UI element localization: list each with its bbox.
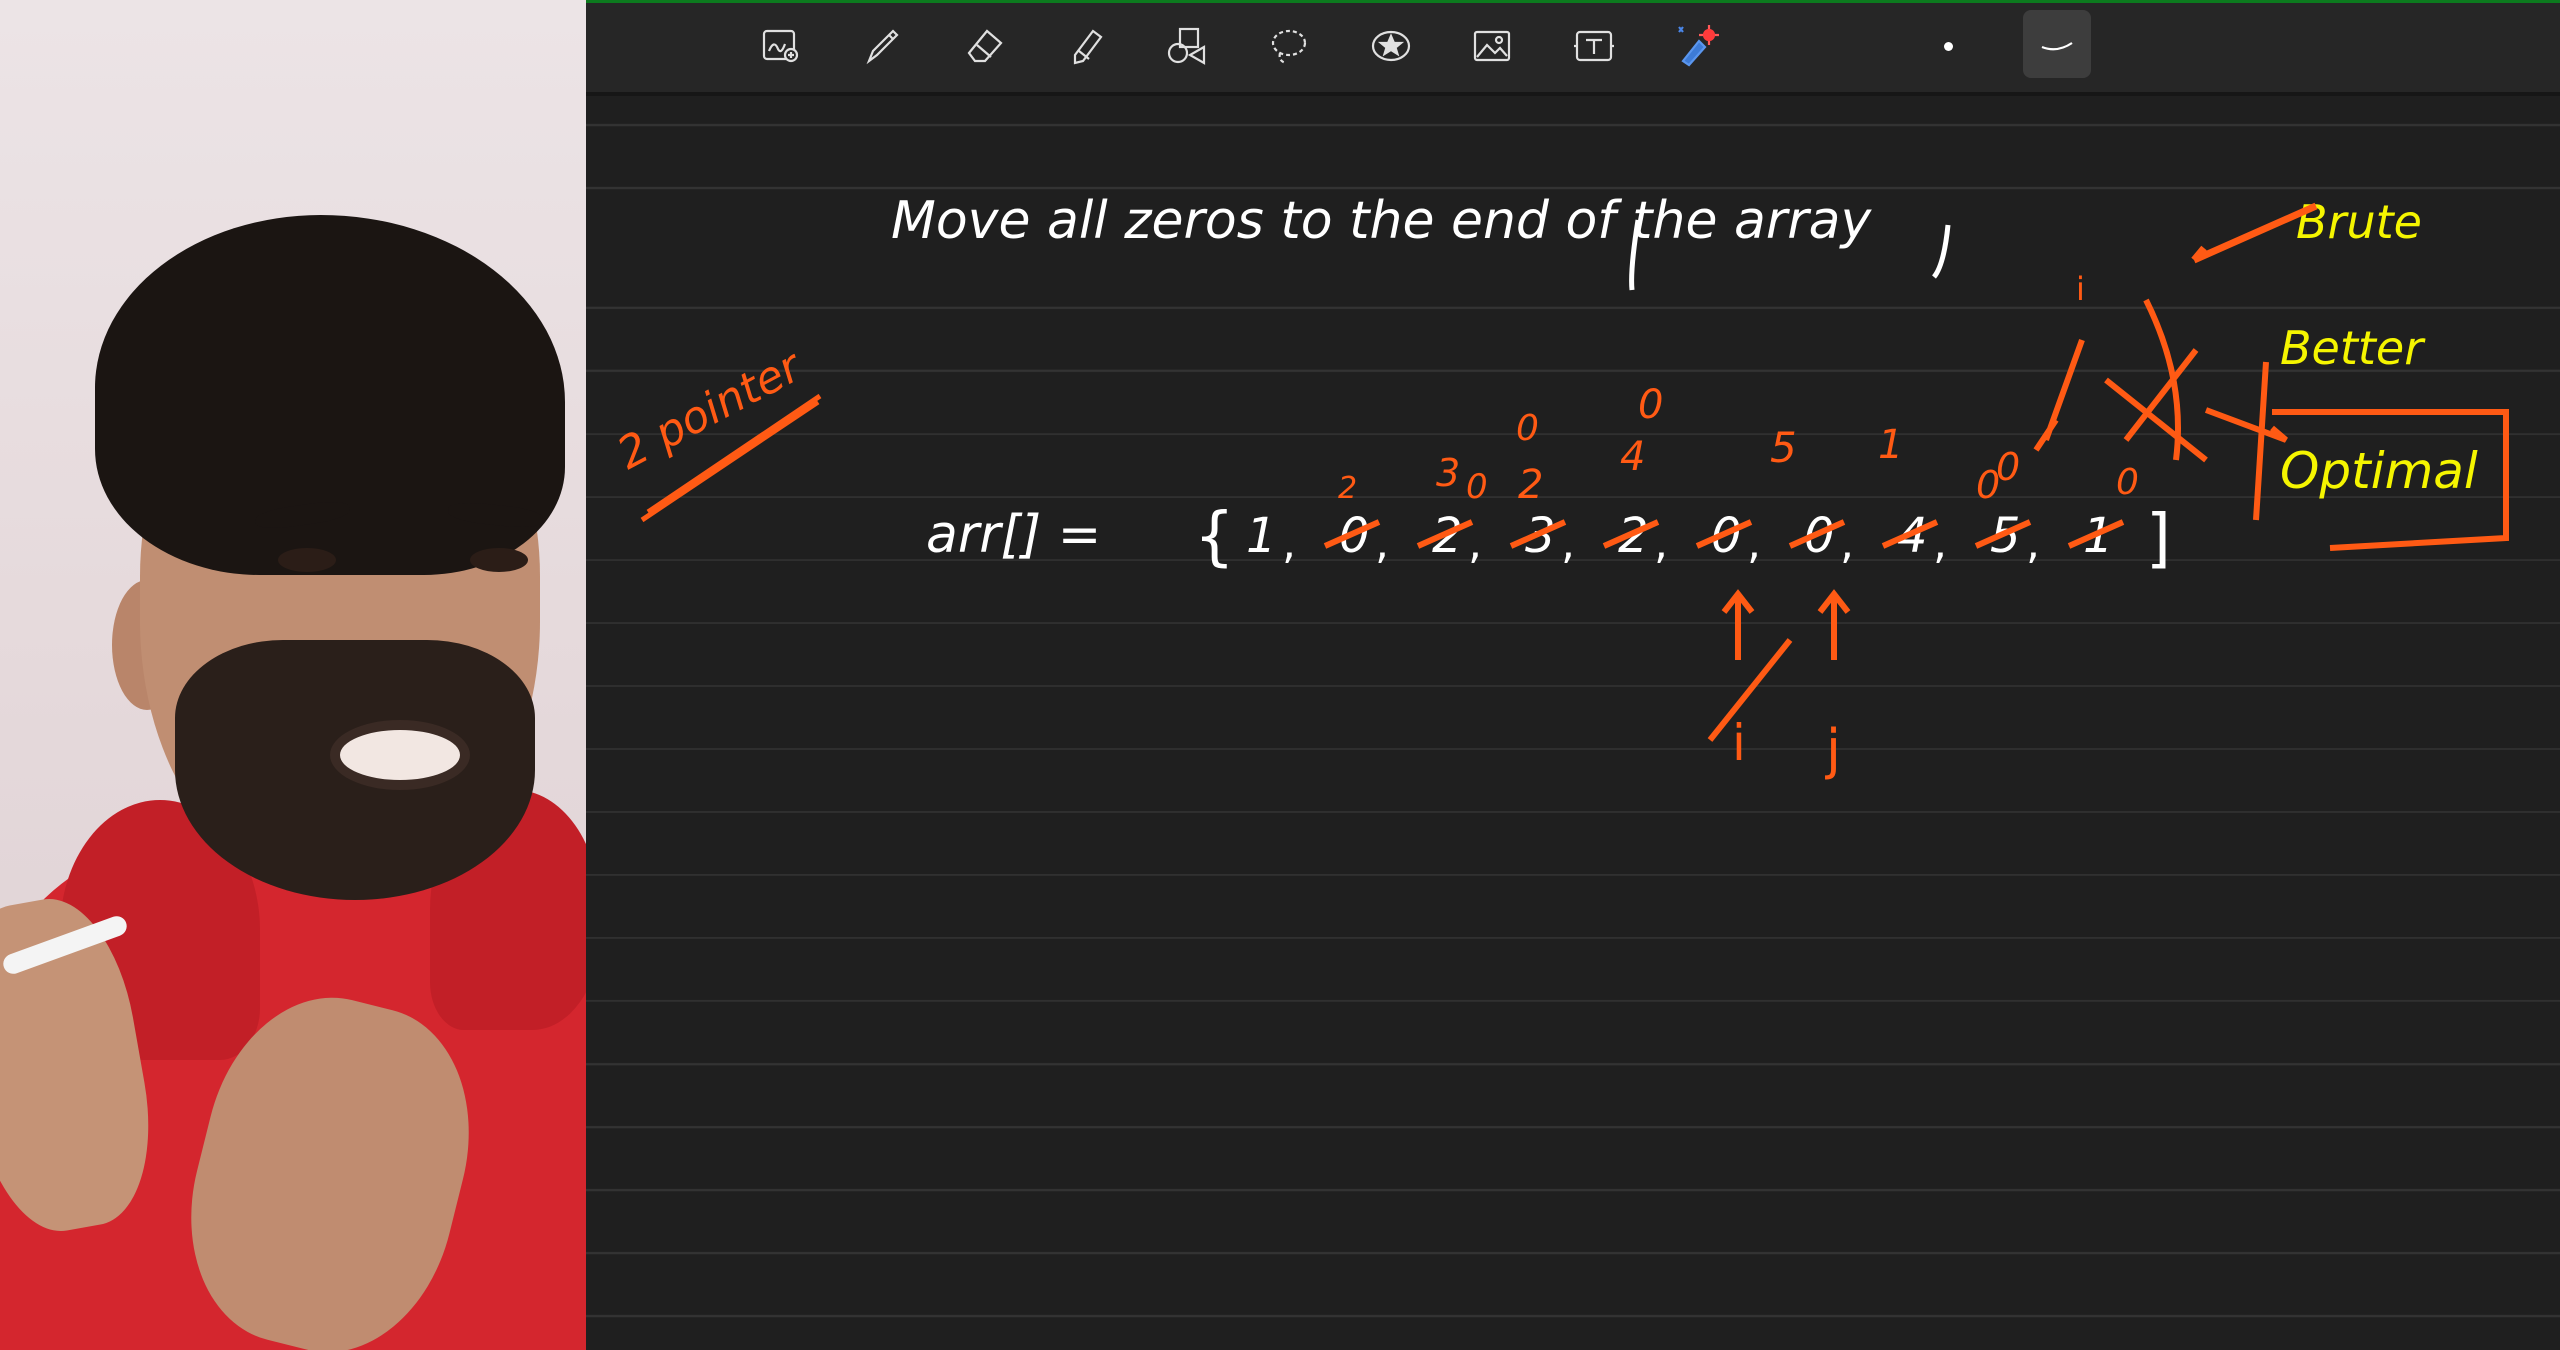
pointer-i-marks: [2033, 338, 2085, 452]
handwriting-layer: Move all zeros to the end of the array 2…: [609, 191, 2509, 781]
eye-left: [278, 548, 336, 572]
pointer-i-label: i: [1732, 714, 1746, 772]
overwrite-value: 0: [2116, 462, 2139, 503]
array-values: 1,0,2,3,2,0,0,4,5,1: [1246, 508, 2114, 569]
array-open-brace: {: [1194, 500, 1235, 574]
approach-optimal: Optimal: [2280, 442, 2478, 500]
overwrite-values: 2 3 0 20405 100 0: [1338, 382, 2139, 508]
array-label: arr[] =: [926, 505, 1101, 565]
approach-brute: Brute: [2296, 195, 2422, 249]
webcam-video: [0, 0, 586, 1350]
overwrite-value: 5: [1770, 423, 1797, 472]
notes-app: Move all zeros to the end of the array 2…: [586, 0, 2560, 1350]
overwrite-value: 2: [1338, 471, 1357, 506]
overwrite-value: 4: [1620, 434, 1645, 480]
title-text: Move all zeros to the end of the array: [891, 191, 1872, 251]
pointer-i-strike: [1707, 638, 1793, 742]
overwrite-value: 0: [1516, 408, 1539, 449]
overwrite-value: 0: [1466, 467, 1488, 507]
pointer-j-label: j: [1825, 718, 1841, 781]
approach-better: Better: [2280, 321, 2426, 375]
array-value: 1: [1246, 508, 1277, 564]
title-descender-stroke-2: [1931, 224, 1951, 279]
pointer-j-arrow: [1817, 589, 1851, 660]
array-close-bracket: ]: [2146, 502, 2171, 576]
overwrite-value: 2: [1518, 462, 1543, 508]
overwrite-value: 1: [1878, 422, 1903, 468]
overwrite-value: 3: [1436, 451, 1460, 495]
presenter-mouth: [330, 720, 470, 790]
mark-i-small: i: [2076, 270, 2085, 308]
side-note: 2 pointer: [609, 340, 812, 480]
array-comma: ,: [1282, 518, 1296, 569]
overwrite-value: 0: [1996, 445, 2020, 489]
pointer-i-arrow: [1721, 589, 1755, 660]
eye-right: [470, 548, 528, 572]
overwrite-value: 0: [1638, 382, 1663, 428]
